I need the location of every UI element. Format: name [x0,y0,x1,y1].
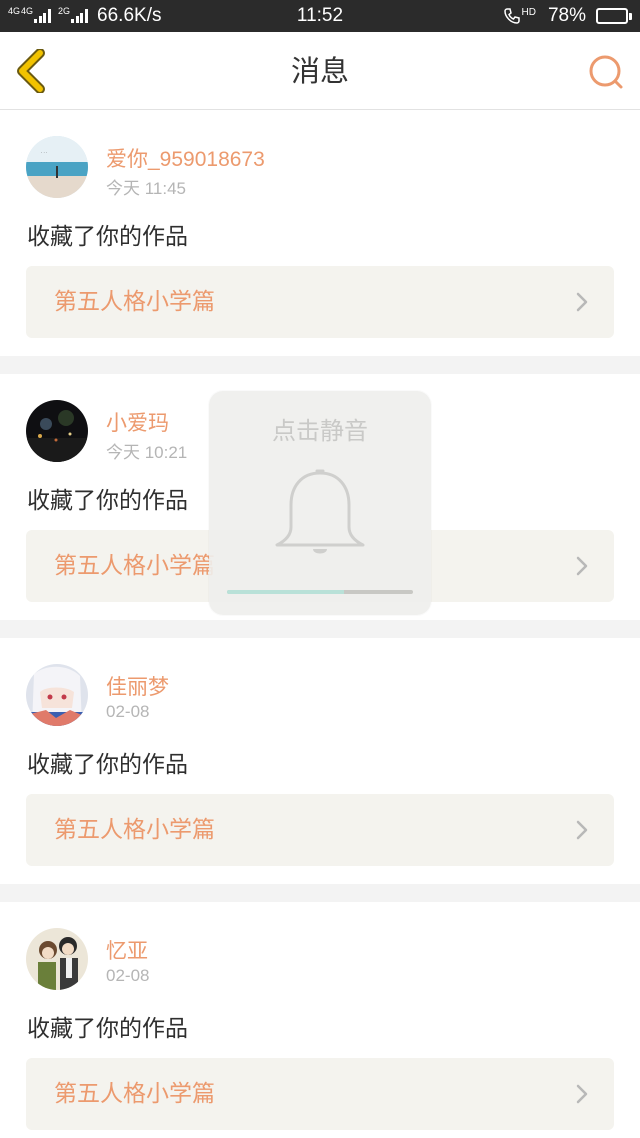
svg-text:· · ·: · · · [41,150,47,155]
message-card: 忆亚 02-08 收藏了你的作品 第五人格小学篇 [0,902,640,1138]
page-title: 消息 [290,54,349,88]
mute-label: 点击静音 [272,417,368,445]
work-title: 第五人格小学篇 [54,553,215,579]
message-card: · · · 爱你_959018673 今天 11:45 收藏了你的作品 第五人格… [0,110,640,356]
message-time: 今天 10:21 [106,443,188,462]
battery-icon [596,8,632,24]
username[interactable]: 爱你_959018673 [106,143,265,173]
message-text: 收藏了你的作品 [27,224,188,250]
chevron-right-icon [576,1084,588,1104]
mute-toast[interactable]: 点击静音 [209,391,431,615]
message-text: 收藏了你的作品 [27,752,188,778]
work-link[interactable]: 第五人格小学篇 [26,1058,614,1130]
message-list: · · · 爱你_959018673 今天 11:45 收藏了你的作品 第五人格… [0,110,640,1138]
chevron-right-icon [576,292,588,312]
avatar[interactable] [26,928,88,990]
card-divider [0,884,640,902]
avatar[interactable] [26,664,88,726]
card-divider [0,356,640,374]
hd-label: HD [521,7,536,18]
message-time: 02-08 [106,702,150,721]
work-title: 第五人格小学篇 [54,289,215,315]
username[interactable]: 小爱玛 [106,407,169,437]
message-time: 今天 11:45 [106,179,187,198]
status-bar: 4G 4G 2G 66.6K/s 11:52 HD 78% [0,0,640,32]
message-time: 02-08 [106,966,150,985]
work-title: 第五人格小学篇 [54,1081,215,1107]
chevron-right-icon [576,556,588,576]
search-button[interactable] [586,52,626,92]
hd-call-icon: HD [503,7,536,25]
bell-icon [275,469,365,554]
message-text: 收藏了你的作品 [27,1016,188,1042]
work-title: 第五人格小学篇 [54,817,215,843]
search-icon [589,55,623,89]
volume-bar [227,590,413,594]
battery-percent: 78% [547,5,586,26]
work-link[interactable]: 第五人格小学篇 [26,266,614,338]
work-link[interactable]: 第五人格小学篇 [26,794,614,866]
avatar[interactable]: · · · [26,136,88,198]
status-right: HD 78% [503,0,632,32]
volume-fill [227,590,345,594]
message-screen: 4G 4G 2G 66.6K/s 11:52 HD 78% 消息 · · · 爱… [0,0,640,1138]
message-card: 佳丽梦 02-08 收藏了你的作品 第五人格小学篇 [0,638,640,884]
card-divider [0,620,640,638]
username[interactable]: 佳丽梦 [106,671,169,701]
username[interactable]: 忆亚 [106,935,148,965]
avatar[interactable] [26,400,88,462]
message-text: 收藏了你的作品 [27,488,188,514]
chevron-right-icon [576,820,588,840]
nav-bar: 消息 [0,32,640,110]
